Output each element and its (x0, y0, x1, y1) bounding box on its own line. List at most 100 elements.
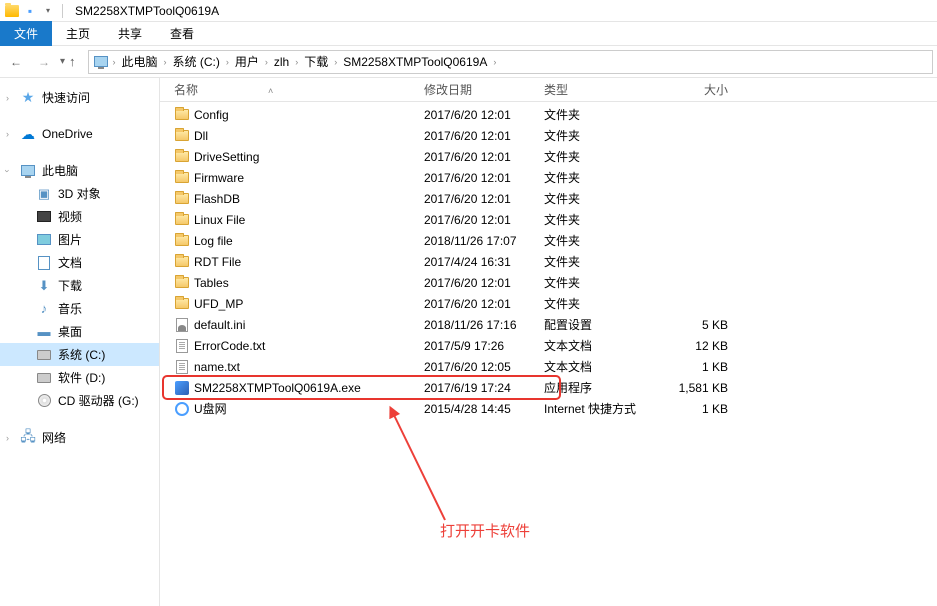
file-type: 文本文档 (536, 337, 656, 354)
sidebar: › ★ 快速访问 › ☁ OneDrive › 此电脑 ▣3D 对象视频图片文档… (0, 78, 160, 606)
exe-icon (174, 380, 190, 396)
breadcrumb-item[interactable]: 用户 (233, 53, 261, 70)
sidebar-item-label: 系统 (C:) (58, 346, 105, 363)
file-type: 文件夹 (536, 232, 656, 249)
chevron-right-icon: › (261, 57, 272, 67)
sidebar-item[interactable]: ♪音乐 (0, 297, 159, 320)
obj3d-icon: ▣ (36, 186, 52, 202)
chevron-right-icon: › (489, 57, 500, 67)
sidebar-item-thispc[interactable]: › 此电脑 (0, 159, 159, 182)
file-name: FlashDB (194, 192, 240, 206)
column-header-date[interactable]: 修改日期 (416, 81, 536, 98)
folder-icon (174, 107, 190, 123)
file-type: 文件夹 (536, 148, 656, 165)
breadcrumb[interactable]: › 此电脑 › 系统 (C:) › 用户 › zlh › 下载 › SM2258… (88, 50, 933, 74)
chevron-down-icon[interactable]: › (3, 169, 13, 172)
file-row[interactable]: Tables2017/6/20 12:01文件夹 (160, 272, 937, 293)
file-date: 2018/11/26 17:16 (416, 318, 536, 332)
sidebar-item-label: 网络 (42, 429, 66, 446)
history-dropdown-icon[interactable]: ▾ (60, 56, 65, 67)
column-header-size[interactable]: 大小 (656, 81, 736, 98)
file-row[interactable]: SM2258XTMPToolQ0619A.exe2017/6/19 17:24应… (160, 377, 937, 398)
sidebar-item-label: 此电脑 (42, 162, 78, 179)
file-type: 文件夹 (536, 211, 656, 228)
breadcrumb-item[interactable]: SM2258XTMPToolQ0619A (341, 55, 489, 69)
forward-button[interactable]: → (32, 50, 56, 74)
monitor-icon (20, 163, 36, 179)
sidebar-item[interactable]: ▣3D 对象 (0, 182, 159, 205)
tab-file[interactable]: 文件 (0, 21, 52, 46)
tab-home[interactable]: 主页 (52, 21, 104, 46)
file-row[interactable]: DriveSetting2017/6/20 12:01文件夹 (160, 146, 937, 167)
file-date: 2017/6/20 12:01 (416, 129, 536, 143)
file-type: 配置设置 (536, 316, 656, 333)
sidebar-item[interactable]: CD 驱动器 (G:) (0, 389, 159, 412)
file-row[interactable]: Firmware2017/6/20 12:01文件夹 (160, 167, 937, 188)
file-name: Log file (194, 234, 233, 248)
sidebar-item[interactable]: 软件 (D:) (0, 366, 159, 389)
file-row[interactable]: RDT File2017/4/24 16:31文件夹 (160, 251, 937, 272)
breadcrumb-item[interactable]: 下载 (302, 53, 330, 70)
file-name: UFD_MP (194, 297, 243, 311)
folder-icon (174, 212, 190, 228)
folder-icon (174, 233, 190, 249)
sidebar-item-label: 软件 (D:) (58, 369, 105, 386)
file-date: 2017/4/24 16:31 (416, 255, 536, 269)
file-name: Config (194, 108, 229, 122)
column-header-type[interactable]: 类型 (536, 81, 656, 98)
pc-icon (93, 55, 109, 69)
chevron-right-icon[interactable]: › (6, 93, 9, 103)
file-row[interactable]: Log file2018/11/26 17:07文件夹 (160, 230, 937, 251)
breadcrumb-item[interactable]: 此电脑 (120, 53, 160, 70)
file-name: Dll (194, 129, 208, 143)
file-row[interactable]: Dll2017/6/20 12:01文件夹 (160, 125, 937, 146)
sidebar-item[interactable]: 文档 (0, 251, 159, 274)
ribbon: 文件 主页 共享 查看 (0, 22, 937, 46)
sidebar-item[interactable]: ▬桌面 (0, 320, 159, 343)
file-row[interactable]: UFD_MP2017/6/20 12:01文件夹 (160, 293, 937, 314)
file-type: 文件夹 (536, 253, 656, 270)
sidebar-item[interactable]: 视频 (0, 205, 159, 228)
breadcrumb-item[interactable]: 系统 (C:) (171, 53, 222, 70)
file-row[interactable]: U盘网2015/4/28 14:45Internet 快捷方式1 KB (160, 398, 937, 419)
folder-icon (174, 149, 190, 165)
sidebar-item-label: 图片 (58, 231, 82, 248)
file-row[interactable]: default.ini2018/11/26 17:16配置设置5 KB (160, 314, 937, 335)
file-type: 文件夹 (536, 190, 656, 207)
sidebar-item-network[interactable]: › 🖧 网络 (0, 426, 159, 449)
annotation-text: 打开开卡软件 (440, 520, 530, 541)
file-size: 1,581 KB (656, 381, 736, 395)
tab-share[interactable]: 共享 (104, 21, 156, 46)
separator (62, 4, 63, 18)
sidebar-item[interactable]: 图片 (0, 228, 159, 251)
dropdown-icon[interactable]: ▾ (40, 3, 56, 19)
up-button[interactable]: ↑ (69, 54, 76, 69)
tab-view[interactable]: 查看 (156, 21, 208, 46)
file-name: default.ini (194, 318, 245, 332)
sidebar-item[interactable]: 系统 (C:) (0, 343, 159, 366)
breadcrumb-item[interactable]: zlh (272, 55, 291, 69)
sidebar-item-label: CD 驱动器 (G:) (58, 392, 139, 409)
properties-icon[interactable]: ▪ (22, 3, 38, 19)
file-name: Firmware (194, 171, 244, 185)
file-name: name.txt (194, 360, 240, 374)
file-row[interactable]: FlashDB2017/6/20 12:01文件夹 (160, 188, 937, 209)
file-row[interactable]: Linux File2017/6/20 12:01文件夹 (160, 209, 937, 230)
chevron-right-icon: › (160, 57, 171, 67)
file-type: 文件夹 (536, 106, 656, 123)
chevron-right-icon[interactable]: › (6, 129, 9, 139)
file-row[interactable]: Config2017/6/20 12:01文件夹 (160, 104, 937, 125)
back-button[interactable]: ← (4, 50, 28, 74)
sidebar-item-onedrive[interactable]: › ☁ OneDrive (0, 123, 159, 145)
file-row[interactable]: ErrorCode.txt2017/5/9 17:26文本文档12 KB (160, 335, 937, 356)
folder-icon (174, 296, 190, 312)
sidebar-item[interactable]: ⬇下载 (0, 274, 159, 297)
desk-icon: ▬ (36, 324, 52, 340)
chevron-right-icon[interactable]: › (6, 433, 9, 443)
column-header-name[interactable]: 名称˄ (160, 81, 416, 98)
file-date: 2017/6/20 12:01 (416, 150, 536, 164)
file-row[interactable]: name.txt2017/6/20 12:05文本文档1 KB (160, 356, 937, 377)
file-size: 1 KB (656, 360, 736, 374)
sidebar-item-label: 下载 (58, 277, 82, 294)
sidebar-item-quickaccess[interactable]: › ★ 快速访问 (0, 86, 159, 109)
